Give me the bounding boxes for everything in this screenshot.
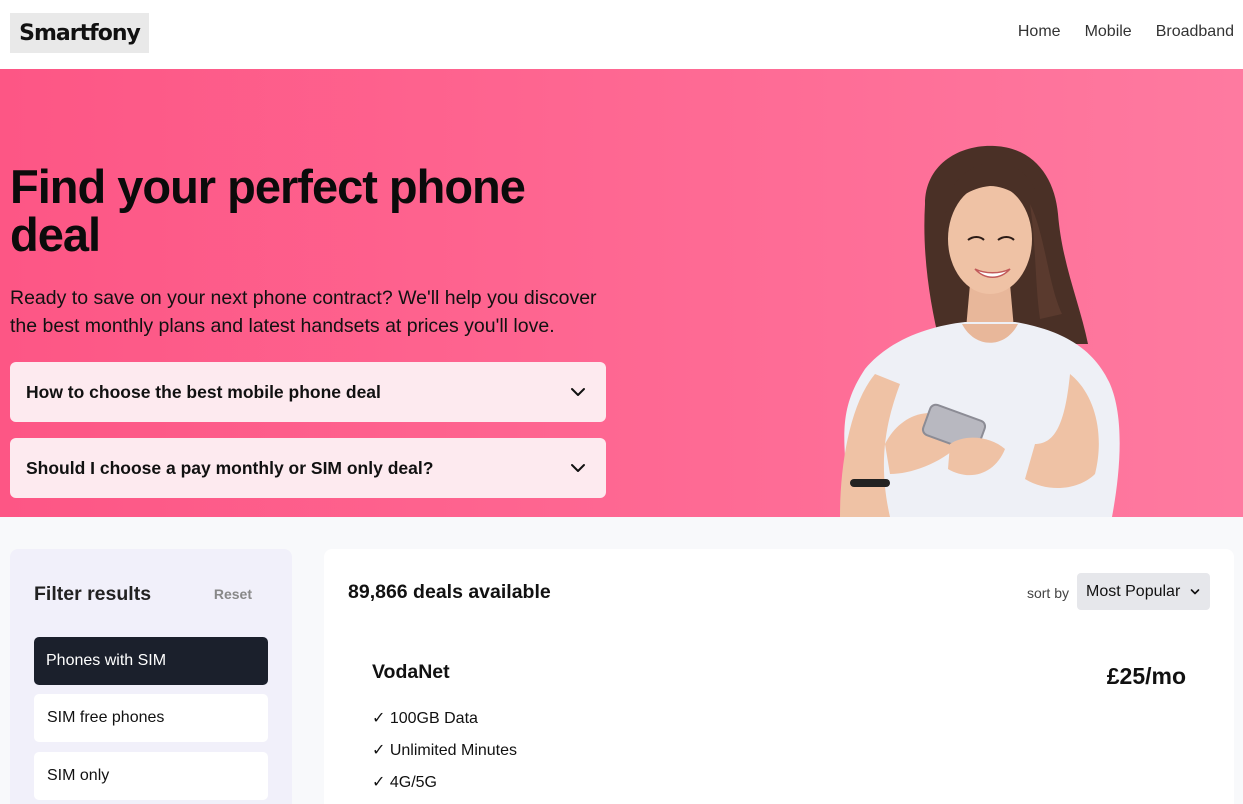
reset-filters-button[interactable]: Reset bbox=[214, 586, 252, 602]
filter-sidebar: Filter results Reset Phones with SIM SIM… bbox=[10, 549, 292, 804]
deal-price: £25/mo bbox=[1106, 663, 1186, 689]
logo[interactable]: Smartfony bbox=[10, 13, 149, 53]
sort-label: sort by bbox=[1026, 585, 1069, 601]
hero-banner: Find your perfect phone deal Ready to sa… bbox=[0, 69, 1243, 517]
filter-phones-with-sim[interactable]: Phones with SIM bbox=[34, 637, 268, 685]
deal-provider: VodaNet bbox=[372, 661, 450, 683]
chevron-down-icon bbox=[566, 456, 590, 480]
faq-choose-best-deal[interactable]: How to choose the best mobile phone deal bbox=[10, 362, 606, 422]
feature-item: ✓ 100GB Data bbox=[372, 710, 478, 727]
nav-home-link[interactable]: Home bbox=[1018, 23, 1061, 41]
faq-question: Should I choose a pay monthly or SIM onl… bbox=[26, 457, 434, 478]
filter-sim-only[interactable]: SIM only bbox=[34, 752, 268, 800]
faq-monthly-vs-sim[interactable]: Should I choose a pay monthly or SIM onl… bbox=[10, 438, 606, 498]
hero-subtitle: Ready to save on your next phone contrac… bbox=[10, 287, 597, 337]
page-title: Find your perfect phone deal bbox=[10, 160, 526, 261]
feature-item: ✓ Unlimited Minutes bbox=[372, 742, 518, 759]
woman-with-phone-image bbox=[840, 145, 1120, 517]
chevron-down-icon bbox=[1190, 583, 1200, 601]
main-nav: Home Mobile Broadband bbox=[1018, 23, 1234, 41]
faq-question: How to choose the best mobile phone deal bbox=[26, 381, 381, 402]
filter-title: Filter results bbox=[34, 583, 152, 605]
nav-broadband-link[interactable]: Broadband bbox=[1156, 23, 1234, 41]
sort-select[interactable]: Most Popular bbox=[1077, 573, 1210, 610]
site-header: Smartfony Home Mobile Broadband bbox=[0, 0, 1243, 69]
deals-count: 89,866 deals available bbox=[348, 581, 551, 603]
deal-features: ✓ 100GB Data ✓ Unlimited Minutes ✓ 4G/5G bbox=[372, 709, 1186, 804]
nav-mobile-link[interactable]: Mobile bbox=[1085, 23, 1132, 41]
chevron-down-icon bbox=[566, 380, 590, 404]
sort-selected-value: Most Popular bbox=[1086, 582, 1181, 600]
filter-sim-free-phones[interactable]: SIM free phones bbox=[34, 694, 268, 742]
deal-card[interactable]: VodaNet £25/mo ✓ 100GB Data ✓ Unlimited … bbox=[372, 661, 1186, 804]
feature-item: ✓ 4G/5G bbox=[372, 774, 437, 791]
results-panel: 89,866 deals available sort by Most Popu… bbox=[324, 549, 1234, 804]
